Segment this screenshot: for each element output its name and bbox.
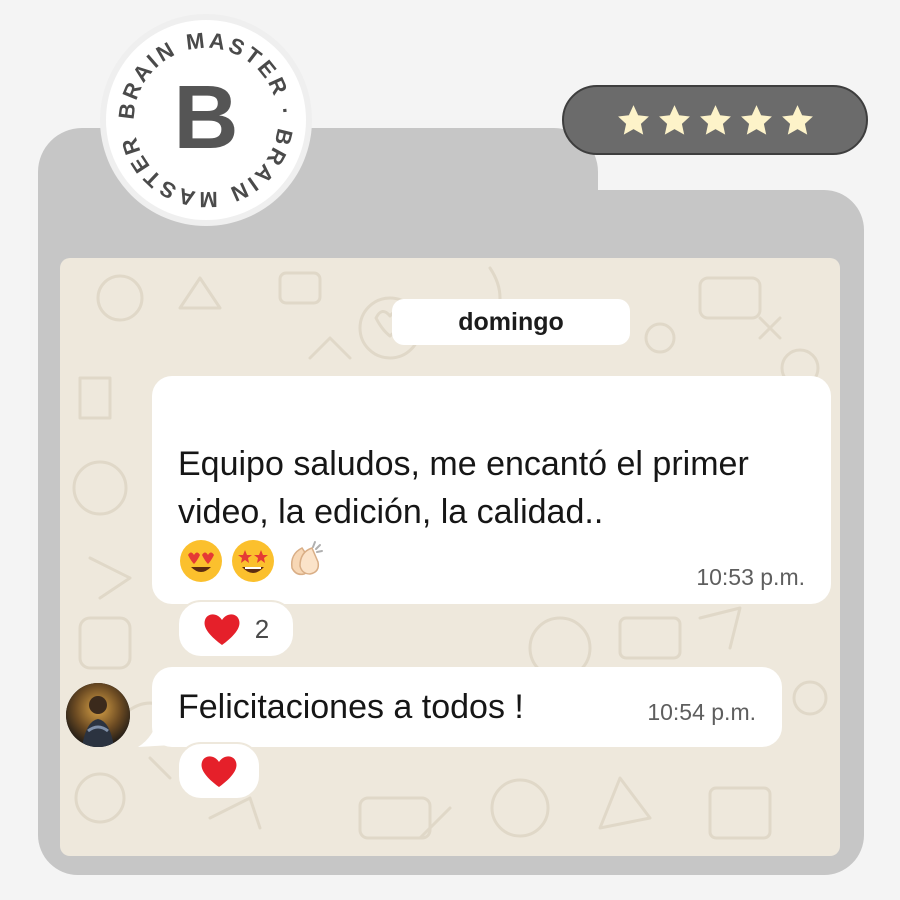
avatar-image xyxy=(66,683,130,747)
star-icon xyxy=(699,104,731,135)
message-timestamp: 10:53 p.m. xyxy=(696,564,805,590)
red-heart-icon xyxy=(201,756,237,787)
heart-eyes-emoji xyxy=(180,540,222,582)
sender-avatar[interactable] xyxy=(66,683,130,747)
chat-panel: domingo Equipo saludos, me encantó el pr… xyxy=(60,258,840,856)
red-heart-icon xyxy=(204,614,240,645)
message-timestamp: 10:54 p.m. xyxy=(647,699,756,725)
star-icon xyxy=(658,104,690,135)
logo-letter: B xyxy=(174,68,239,168)
date-separator-chip: domingo xyxy=(392,299,630,345)
star-icon xyxy=(740,104,772,135)
star-icon xyxy=(617,104,649,135)
reaction-count: 2 xyxy=(254,613,270,644)
message-text: Equipo saludos, me encantó el primer vid… xyxy=(178,445,749,531)
reaction-badge-1[interactable]: 2 xyxy=(177,600,295,658)
message-bubble-1[interactable]: Equipo saludos, me encantó el primer vid… xyxy=(152,376,831,604)
star-icon xyxy=(781,104,813,135)
emoji-row xyxy=(178,538,328,584)
date-label: domingo xyxy=(458,307,564,336)
rating-pill xyxy=(562,85,868,155)
message-bubble-2[interactable]: Felicitaciones a todos ! 10:54 p.m. xyxy=(152,667,782,747)
brain-master-logo: BRAIN MASTER · BRAIN MASTER · B xyxy=(106,20,306,220)
message-text: Felicitaciones a todos ! xyxy=(178,688,524,726)
star-struck-emoji xyxy=(232,540,274,582)
clapping-hands-emoji xyxy=(290,541,323,576)
reaction-badge-2[interactable] xyxy=(177,742,261,800)
